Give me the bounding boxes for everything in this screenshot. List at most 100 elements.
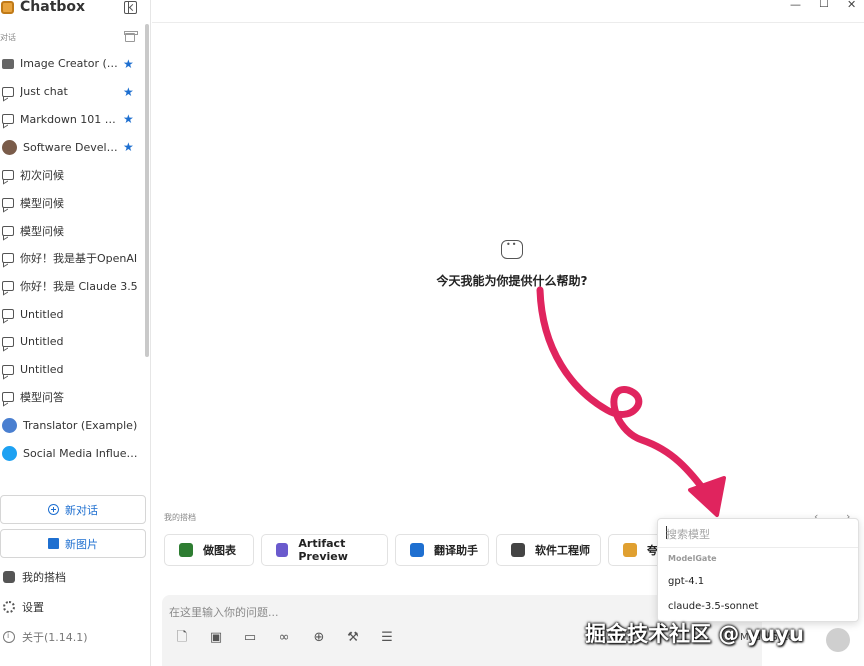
agent-card[interactable]: 做图表: [164, 534, 254, 566]
settings-link[interactable]: 设置: [0, 597, 44, 617]
session-label: Markdown 101 (Example): [20, 112, 120, 126]
agent-avatar-icon: [623, 543, 637, 557]
model-option[interactable]: claude-3.5-sonnet: [668, 601, 758, 612]
session-label: Image Creator (Example): [20, 57, 120, 71]
version-label: 关于(1.14.1): [22, 631, 88, 644]
robot-icon: [3, 571, 15, 583]
gear-icon: [3, 601, 15, 613]
sidebar-scrollbar[interactable]: [145, 24, 149, 357]
session-label: 你好！我是 Claude 3.5: [20, 280, 138, 294]
new-image-label: 新图片: [65, 537, 98, 551]
session-item[interactable]: 你好！我是 Claude 3.5: [0, 272, 144, 300]
session-item[interactable]: Markdown 101 (Example)★: [0, 106, 144, 134]
info-icon: [3, 631, 15, 643]
chat-bubble-icon: [2, 225, 14, 236]
chat-bubble-icon: [2, 364, 14, 375]
about-link[interactable]: 关于(1.14.1): [0, 627, 88, 647]
agent-label: 翻译助手: [434, 544, 478, 557]
chat-bubble-icon: [2, 281, 14, 292]
minimize-icon[interactable]: —: [790, 0, 801, 11]
image-icon[interactable]: ▣: [209, 631, 223, 645]
chat-bubble-icon: [2, 309, 14, 320]
model-option[interactable]: gpt-4.1: [668, 576, 704, 587]
session-label: 你好！我是基于OpenAI: [20, 252, 138, 266]
settings-label: 设置: [22, 601, 44, 614]
new-chat-label: 新对话: [65, 503, 98, 517]
session-item[interactable]: Just chat ★: [0, 78, 144, 106]
chat-bubble-icon: [2, 86, 14, 97]
session-item[interactable]: 模型问候: [0, 217, 144, 245]
sidebar: Chatbox 对话 Image Creator (Example)★Just …: [0, 0, 151, 666]
twitter-icon: [2, 445, 17, 461]
session-item[interactable]: Untitled: [0, 328, 144, 356]
star-icon[interactable]: ★: [123, 141, 135, 153]
sliders-icon[interactable]: ☰: [380, 631, 394, 645]
session-item[interactable]: Untitled: [0, 356, 144, 384]
app-title: Chatbox: [20, 0, 86, 15]
new-image-button[interactable]: 新图片: [0, 529, 146, 558]
chatbox-app: Chatbox 对话 Image Creator (Example)★Just …: [0, 0, 864, 666]
session-label: 模型问候: [20, 224, 64, 238]
session-item[interactable]: Untitled: [0, 300, 144, 328]
session-label: 模型问答: [20, 391, 64, 405]
my-agents-link[interactable]: 我的搭档: [0, 567, 66, 587]
my-agents-label: 我的搭档: [22, 571, 66, 584]
agents-section-label: 我的搭档: [164, 513, 196, 522]
star-icon[interactable]: ★: [123, 58, 135, 70]
session-label: Untitled: [20, 307, 64, 321]
translator-icon: [2, 417, 17, 433]
star-icon[interactable]: ★: [123, 86, 135, 98]
session-item[interactable]: Image Creator (Example)★: [0, 50, 144, 78]
globe-icon[interactable]: ⊕: [312, 631, 326, 645]
session-item[interactable]: 你好！我是基于OpenAI: [0, 245, 144, 273]
star-icon[interactable]: ★: [123, 113, 135, 125]
session-label: Social Media Influencer (Example): [23, 446, 143, 460]
image-add-icon: [48, 538, 59, 549]
chat-bubble-icon: [2, 197, 14, 208]
collapse-sidebar-icon[interactable]: [124, 1, 137, 14]
agent-avatar-icon: [179, 543, 193, 557]
chat-bubble-icon: [2, 170, 14, 181]
model-dropdown: 搜索模型 ModelGate gpt-4.1 claude-3.5-sonnet: [657, 518, 859, 622]
composer-input[interactable]: 在这里输入你的问题...: [169, 604, 279, 620]
agent-avatar-icon: [276, 543, 289, 557]
watermark: 掘金技术社区 @ yuyu: [585, 622, 804, 646]
session-label: 初次问候: [20, 169, 64, 183]
link-icon[interactable]: ∞: [277, 631, 291, 645]
session-item[interactable]: Translator (Example): [0, 411, 144, 439]
chat-bubble-icon: [2, 253, 14, 264]
archive-icon[interactable]: [124, 31, 138, 42]
session-item[interactable]: Software Developer ★: [0, 133, 144, 161]
session-label: 模型问候: [20, 196, 64, 210]
session-label: Translator (Example): [23, 418, 138, 432]
session-label: Software Developer: [23, 140, 123, 154]
file-icon[interactable]: 🗋: [175, 631, 189, 645]
session-item[interactable]: 模型问候: [0, 189, 144, 217]
close-icon[interactable]: ✕: [847, 0, 856, 11]
session-item[interactable]: 初次问候: [0, 161, 144, 189]
session-item[interactable]: 模型问答: [0, 384, 144, 412]
session-label: Just chat: [20, 85, 68, 99]
hammer-icon[interactable]: ⚒: [346, 631, 360, 645]
agent-card[interactable]: Artifact Preview: [261, 534, 388, 566]
send-button[interactable]: [826, 628, 850, 652]
agent-card[interactable]: 翻译助手: [395, 534, 489, 566]
agent-avatar-icon: [410, 543, 424, 557]
chat-bubble-icon: [501, 240, 523, 259]
session-item[interactable]: Social Media Influencer (Example): [0, 439, 144, 467]
agent-card[interactable]: 软件工程师: [496, 534, 601, 566]
sessions-section-label: 对话: [0, 33, 16, 42]
header-divider: [152, 22, 864, 23]
chat-bubble-icon: [2, 392, 14, 403]
maximize-icon[interactable]: ☐: [819, 0, 829, 10]
plus-circle-icon: [48, 504, 59, 515]
agent-label: 软件工程师: [535, 544, 590, 557]
session-list: Image Creator (Example)★Just chat★Markdo…: [0, 50, 144, 490]
folder-icon[interactable]: ▭: [243, 631, 257, 645]
chat-bubble-icon: [2, 336, 14, 347]
brand: Chatbox: [0, 0, 151, 18]
chat-bubble-icon: [2, 114, 14, 125]
new-chat-button[interactable]: 新对话: [0, 495, 146, 524]
model-search-input[interactable]: 搜索模型: [666, 526, 710, 542]
session-label: Untitled: [20, 363, 64, 377]
